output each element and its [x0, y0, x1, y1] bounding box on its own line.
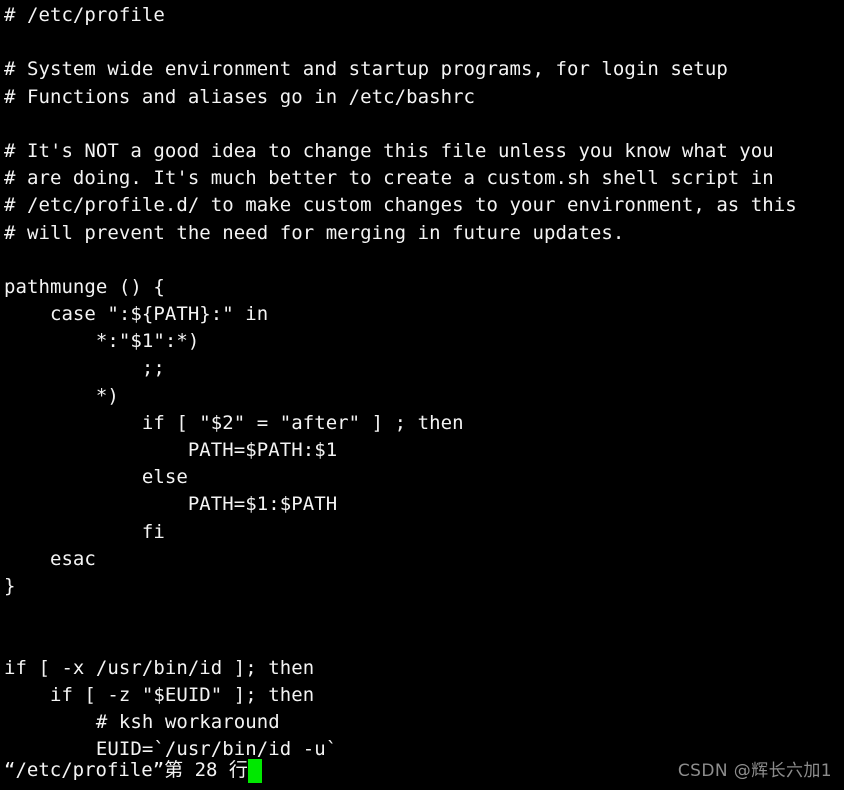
csdn-watermark: CSDN @辉长六加1 [677, 761, 832, 781]
editor-line: # /etc/profile.d/ to make custom changes… [4, 194, 797, 217]
editor-line: # System wide environment and startup pr… [4, 58, 728, 81]
editor-line: # are doing. It's much better to create … [4, 167, 774, 190]
editor-line: if [ -z "$EUID" ]; then [4, 683, 315, 706]
text-cursor [247, 758, 262, 783]
status-file-and-line: “/etc/profile”第 28 行 [4, 759, 248, 781]
editor-line: if [ "$2" = "after" ] ; then [4, 411, 464, 434]
editor-line: esac [4, 547, 96, 570]
editor-line: else [4, 466, 188, 489]
text-editor-buffer[interactable]: # /etc/profile # System wide environment… [0, 0, 844, 763]
editor-line: PATH=$1:$PATH [4, 493, 338, 516]
editor-line: *) [4, 384, 119, 407]
editor-line: # Functions and aliases go in /etc/bashr… [4, 85, 476, 108]
editor-line: ;; [4, 357, 165, 380]
editor-line: if [ -x /usr/bin/id ]; then [4, 656, 315, 679]
editor-line: PATH=$PATH:$1 [4, 439, 338, 461]
editor-line: case ":${PATH}:" in [4, 303, 269, 326]
editor-line: *:"$1":*) [4, 330, 200, 353]
terminal-window[interactable]: # /etc/profile # System wide environment… [0, 0, 844, 790]
editor-line: pathmunge () { [4, 275, 165, 298]
editor-line: fi [4, 520, 165, 543]
editor-line: # ksh workaround [4, 710, 280, 733]
editor-line: } [4, 574, 16, 597]
editor-line: # /etc/profile [4, 4, 165, 26]
editor-line: # It's NOT a good idea to change this fi… [4, 139, 774, 162]
editor-line: # will prevent the need for merging in f… [4, 221, 625, 244]
